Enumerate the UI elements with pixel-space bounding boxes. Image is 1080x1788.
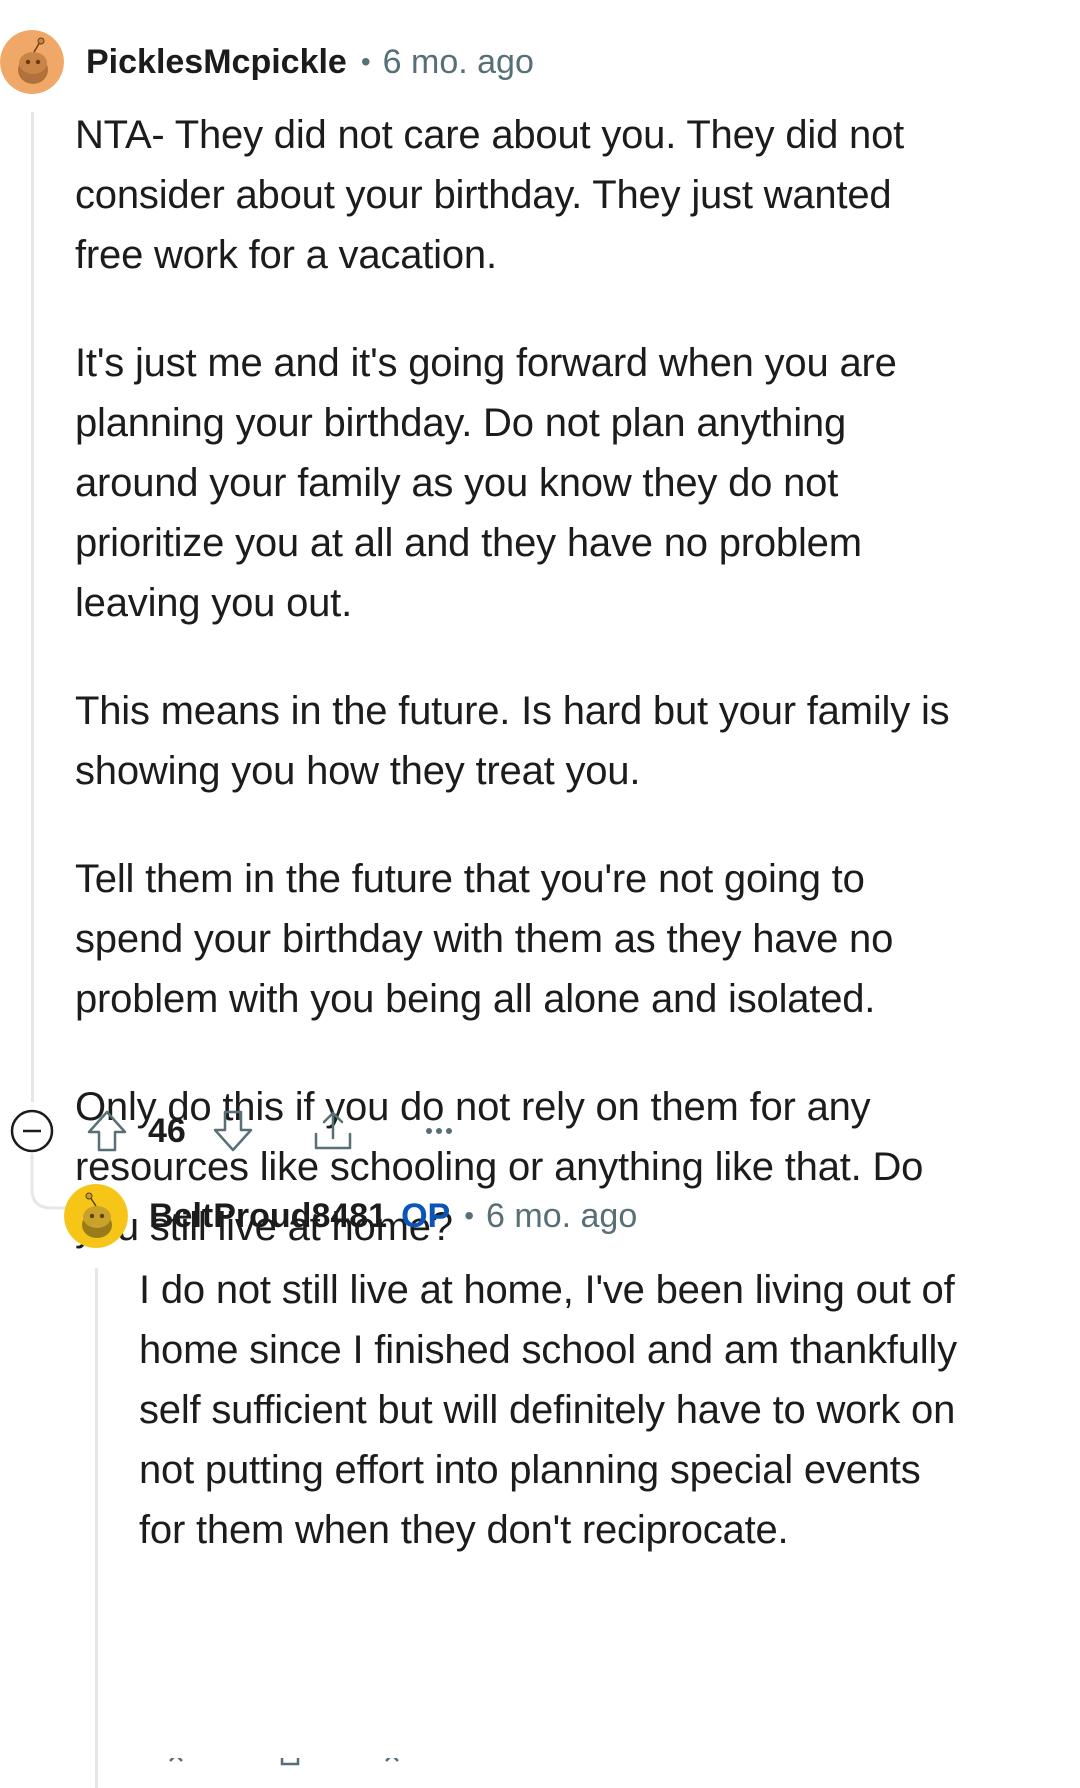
comment-paragraph: It's just me and it's going forward when… — [75, 341, 897, 625]
comment-username[interactable]: PicklesMcpickle — [86, 43, 347, 82]
comment-paragraph: NTA- They did not care about you. They d… — [75, 113, 905, 277]
comment-paragraph: This means in the future. Is hard but yo… — [75, 689, 950, 793]
comment-timestamp: 6 mo. ago — [382, 42, 534, 81]
upvote-arrow-icon[interactable] — [84, 1108, 130, 1154]
comment-thread-line[interactable] — [31, 112, 34, 1102]
upvote-arrow-icon[interactable] — [169, 1757, 183, 1762]
comment-paragraph: Tell them in the future that you're not … — [75, 857, 894, 1021]
comment-header: PicklesMcpickle • 6 mo. ago — [86, 40, 534, 84]
reply-timestamp: 6 mo. ago — [486, 1196, 638, 1235]
snoo-avatar-icon — [0, 30, 64, 94]
collapse-minus-icon[interactable] — [10, 1109, 54, 1153]
reply-body: I do not still live at home, I've been l… — [139, 1260, 959, 1608]
more-options-icon[interactable] — [416, 1108, 462, 1154]
comment-action-bar: 46 — [10, 1108, 462, 1154]
meta-separator: • — [360, 46, 371, 77]
snoo-avatar-icon — [64, 1184, 128, 1248]
share-icon[interactable] — [385, 1757, 399, 1762]
op-badge: OP — [401, 1196, 451, 1235]
vote-count: 46 — [148, 1111, 186, 1150]
reply-username[interactable]: BeltProud8481 — [149, 1197, 387, 1236]
reply-paragraph: I do not still live at home, I've been l… — [139, 1268, 957, 1552]
user-avatar[interactable] — [64, 1184, 128, 1248]
user-avatar[interactable] — [0, 30, 64, 94]
downvote-arrow-icon[interactable] — [210, 1108, 256, 1154]
reply-header: BeltProud8481 OP • 6 mo. ago — [149, 1194, 637, 1238]
downvote-arrow-icon[interactable] — [280, 1757, 300, 1766]
meta-separator: • — [464, 1200, 475, 1231]
share-icon[interactable] — [310, 1108, 356, 1154]
reply-thread-line[interactable] — [95, 1268, 98, 1788]
reply-action-bar — [150, 1757, 450, 1769]
